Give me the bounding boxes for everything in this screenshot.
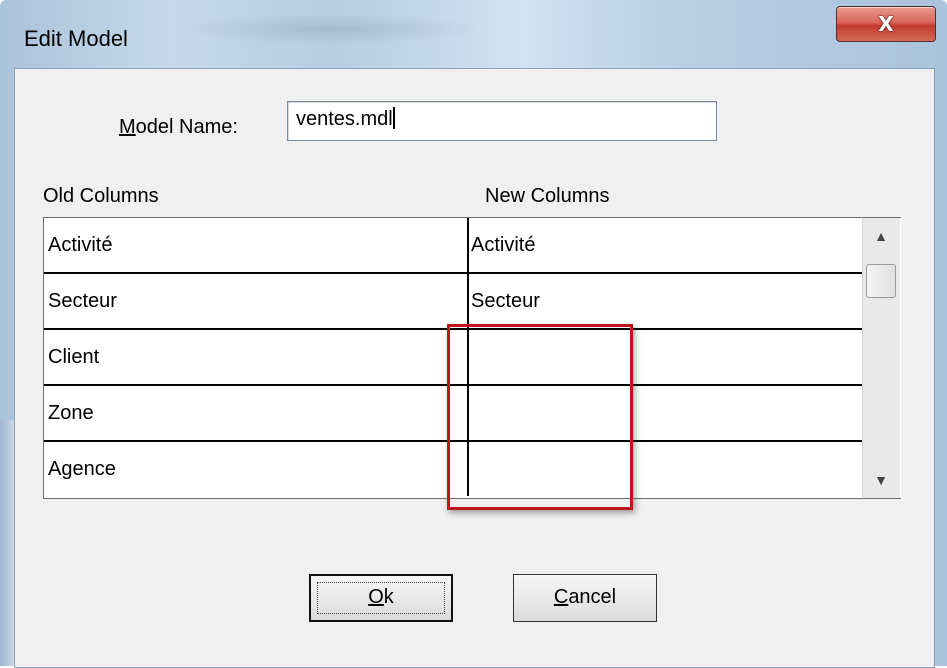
highlight-box — [447, 324, 633, 510]
new-column-cell[interactable]: Secteur — [465, 274, 879, 330]
table-row: Activité Activité — [44, 218, 879, 274]
new-columns-header: New Columns — [485, 185, 610, 207]
table-row: Secteur Secteur — [44, 274, 879, 330]
close-icon: X — [878, 12, 894, 36]
focus-rect — [317, 582, 445, 614]
window-edge — [0, 420, 14, 666]
cancel-button[interactable]: Cancel — [513, 574, 657, 622]
old-column-cell[interactable]: Agence — [44, 442, 469, 496]
old-column-cell[interactable]: Secteur — [44, 274, 469, 330]
dialog-body: Model Name: ventes.mdl Old Columns New C… — [14, 68, 935, 668]
up-arrow-icon[interactable]: ▲ — [863, 218, 899, 254]
old-columns-header: Old Columns — [43, 185, 159, 207]
window-title: Edit Model — [24, 26, 128, 51]
text-caret — [392, 107, 395, 129]
close-button[interactable]: X — [836, 6, 936, 42]
scrollbar-thumb[interactable] — [866, 264, 896, 298]
vertical-scrollbar[interactable]: ▲ ▼ — [862, 217, 900, 499]
new-column-cell[interactable]: Activité — [465, 218, 879, 274]
down-arrow-icon[interactable]: ▼ — [863, 462, 899, 498]
model-name-label: Model Name: — [119, 116, 238, 138]
old-column-cell[interactable]: Activité — [44, 218, 469, 274]
title-glow — [180, 14, 480, 44]
old-column-cell[interactable]: Zone — [44, 386, 469, 442]
old-column-cell[interactable]: Client — [44, 330, 469, 386]
ok-button[interactable]: Ok — [309, 574, 453, 622]
model-name-input[interactable]: ventes.mdl — [287, 101, 717, 141]
